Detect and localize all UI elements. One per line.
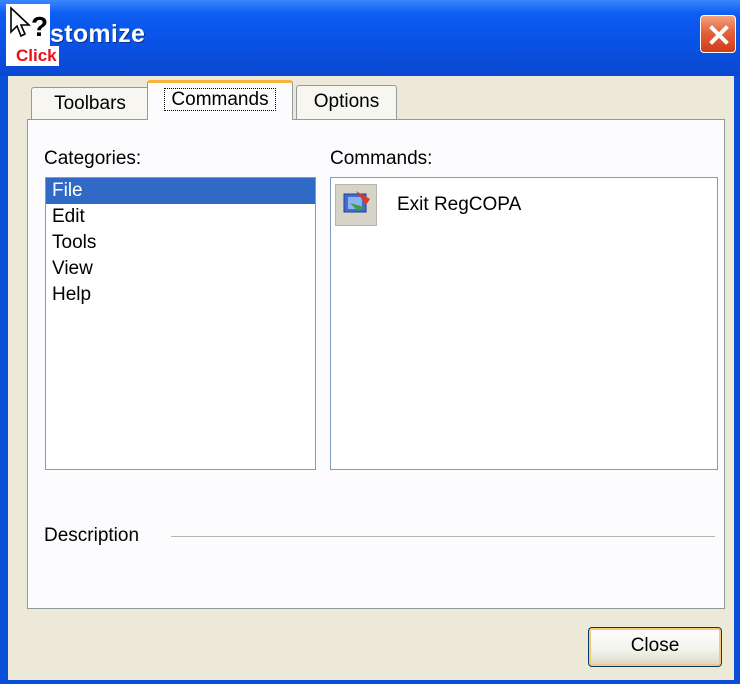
tab-label: Toolbars (54, 93, 126, 114)
customize-dialog: stomize ? Click Toolbars Commands Option… (0, 0, 740, 684)
commands-list[interactable]: Exit RegCOPA (330, 177, 718, 470)
window-close-button[interactable] (700, 15, 736, 53)
close-button[interactable]: Close (588, 627, 722, 667)
categories-label: Categories: (44, 148, 142, 169)
list-item[interactable]: File (46, 178, 315, 204)
help-cursor-icon: ? Click (6, 4, 76, 68)
list-item[interactable]: Tools (46, 230, 315, 256)
commands-label: Commands: (330, 148, 433, 169)
tab-label: Commands (164, 88, 276, 111)
description-divider (171, 536, 715, 538)
categories-list[interactable]: File Edit Tools View Help (45, 177, 316, 470)
dialog-body: Toolbars Commands Options Categories: Fi… (8, 76, 734, 680)
close-icon (709, 25, 729, 45)
list-item[interactable]: View (46, 256, 315, 282)
description-label: Description (44, 525, 140, 546)
tab-panel-commands: Categories: File Edit Tools View Help Co… (27, 119, 725, 609)
list-item[interactable]: Edit (46, 204, 315, 230)
command-label: Exit RegCOPA (397, 194, 522, 215)
tab-commands[interactable]: Commands (147, 80, 293, 120)
title-bar[interactable]: stomize (0, 0, 740, 76)
tab-options[interactable]: Options (296, 85, 397, 119)
tab-label: Options (313, 91, 380, 112)
tab-toolbars[interactable]: Toolbars (31, 87, 149, 121)
exit-app-icon (335, 184, 377, 226)
svg-text:?: ? (31, 11, 48, 42)
list-item[interactable]: Help (46, 282, 315, 308)
click-label: Click (14, 46, 59, 66)
command-item-exit[interactable]: Exit RegCOPA (335, 184, 705, 230)
